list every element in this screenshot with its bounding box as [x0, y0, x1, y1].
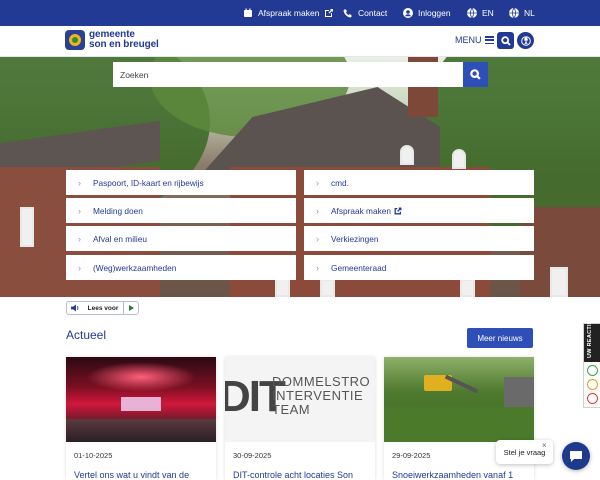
search-input[interactable]	[113, 62, 463, 87]
quick-link-afspraak[interactable]: › Afspraak maken	[304, 198, 534, 223]
news-card-image	[384, 357, 534, 442]
quick-link-label: Afspraak maken	[331, 205, 391, 216]
hero-search	[113, 62, 488, 87]
logo-text: gemeente son en breugel	[89, 30, 159, 50]
contact-link-label: Contact	[358, 8, 388, 18]
feedback-tab-label: UW REACTIE	[587, 320, 593, 358]
news-card-image: DIT DOMMELSTRO INTERVENTIE TEAM	[225, 357, 375, 442]
feedback-tab[interactable]: UW REACTIE	[583, 320, 600, 408]
quick-link-paspoort[interactable]: › Paspoort, ID-kaart en rijbewijs	[66, 170, 296, 195]
user-icon	[403, 8, 413, 18]
external-link-icon	[325, 9, 334, 17]
quick-link-label: Verkiezingen	[331, 233, 379, 244]
chevron-right-icon: ›	[78, 205, 81, 216]
quick-link-cmd[interactable]: › cmd.	[304, 170, 534, 195]
language-nl-label: NL	[524, 8, 535, 18]
header-search-button[interactable]	[497, 32, 514, 49]
menu-button[interactable]: MENU	[455, 35, 494, 45]
quick-link-label: Afval en milieu	[93, 233, 147, 244]
news-card[interactable]: DIT DOMMELSTRO INTERVENTIE TEAM 30-09-20…	[225, 357, 375, 480]
chevron-right-icon: ›	[316, 205, 319, 216]
globe-icon	[509, 8, 519, 18]
news-card-title: Vertel ons wat u vindt van de	[74, 470, 190, 480]
language-en-link[interactable]: EN	[467, 0, 494, 26]
accessibility-icon	[520, 35, 531, 46]
news-card[interactable]: 01-10-2025 Vertel ons wat u vindt van de	[66, 357, 216, 480]
globe-icon	[467, 8, 477, 18]
hamburger-icon	[484, 36, 494, 44]
chevron-right-icon: ›	[78, 233, 81, 244]
search-submit-button[interactable]	[463, 62, 488, 87]
menu-label: MENU	[455, 35, 482, 45]
login-link[interactable]: Inloggen	[403, 0, 451, 26]
calendar-icon	[244, 8, 252, 17]
news-card-title: DIT-controle acht locaties Son	[233, 470, 354, 480]
quick-link-label: Melding doen	[93, 205, 143, 216]
login-link-label: Inloggen	[418, 8, 451, 18]
speaker-icon	[67, 302, 83, 314]
quick-link-melding[interactable]: › Melding doen	[66, 198, 296, 223]
chevron-right-icon: ›	[78, 177, 81, 188]
search-icon	[500, 35, 511, 46]
quick-link-label: Gemeenteraad	[331, 262, 387, 273]
phone-icon	[343, 9, 352, 18]
news-card-image	[66, 357, 216, 442]
appointment-link-label: Afspraak maken	[258, 8, 320, 18]
chat-prompt-close-icon[interactable]: ×	[542, 441, 547, 450]
smile-sad-icon[interactable]	[587, 393, 598, 404]
more-news-button[interactable]: Meer nieuws	[467, 328, 533, 348]
chevron-right-icon: ›	[316, 177, 319, 188]
site-logo[interactable]: gemeente son en breugel	[65, 30, 159, 50]
language-nl-link[interactable]: NL	[509, 0, 535, 26]
news-heading: Actueel	[66, 328, 107, 342]
accessibility-button[interactable]	[517, 32, 534, 49]
contact-link[interactable]: Contact	[343, 0, 387, 26]
read-aloud-widget[interactable]: Lees voor	[66, 301, 139, 315]
logo-emblem-icon	[65, 30, 85, 50]
smile-neutral-icon[interactable]	[587, 379, 598, 390]
quick-link-werkzaamheden[interactable]: › (Weg)werkzaamheden	[66, 255, 296, 280]
quick-link-afval[interactable]: › Afval en milieu	[66, 226, 296, 251]
chat-bubble-icon	[570, 450, 582, 462]
language-en-label: EN	[482, 8, 494, 18]
external-link-icon	[394, 207, 402, 214]
quick-link-label: (Weg)werkzaamheden	[93, 262, 177, 273]
quick-link-label: cmd.	[331, 177, 349, 188]
site-header: gemeente son en breugel MENU	[0, 26, 600, 57]
read-aloud-label: Lees voor	[87, 304, 119, 312]
logo-line-2: son en breugel	[89, 39, 159, 50]
chevron-right-icon: ›	[316, 262, 319, 273]
appointment-link[interactable]: Afspraak maken	[243, 0, 334, 26]
chat-launcher-button[interactable]	[562, 442, 590, 470]
chevron-right-icon: ›	[78, 262, 81, 273]
search-icon	[470, 69, 481, 80]
news-card-title: Snoeiwerkzaamheden vanaf 1	[392, 470, 514, 480]
news-card-date: 30-09-2025	[233, 451, 272, 460]
smile-happy-icon[interactable]	[587, 365, 598, 376]
play-icon[interactable]	[123, 302, 138, 314]
news-card-date: 29-09-2025	[392, 451, 431, 460]
feedback-tab-header: UW REACTIE	[584, 320, 600, 362]
quick-link-label: Paspoort, ID-kaart en rijbewijs	[93, 177, 204, 188]
news-card-image-text: DOMMELSTRO INTERVENTIE TEAM	[272, 374, 371, 417]
chevron-right-icon: ›	[316, 233, 319, 244]
quick-link-gemeenteraad[interactable]: › Gemeenteraad	[304, 255, 534, 280]
quick-link-verkiezingen[interactable]: › Verkiezingen	[304, 226, 534, 251]
news-card-date: 01-10-2025	[74, 451, 113, 460]
top-utility-bar: Afspraak maken Contact Inloggen EN NL	[0, 0, 600, 26]
